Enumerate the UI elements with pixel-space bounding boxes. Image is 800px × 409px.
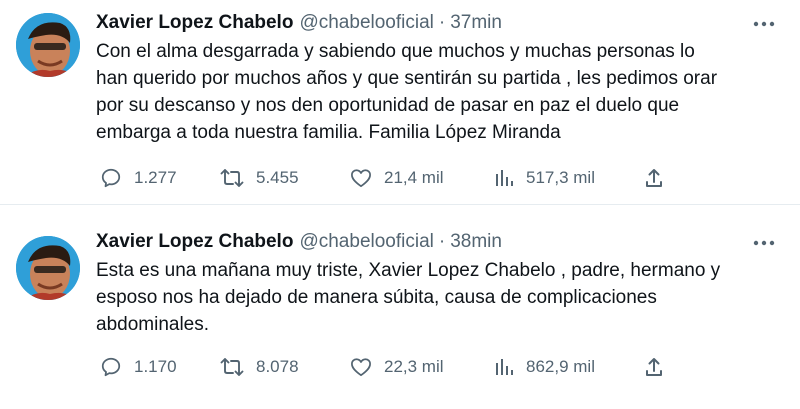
author-name[interactable]: Xavier Lopez Chabelo [96, 231, 293, 253]
more-icon[interactable] [752, 12, 776, 36]
heart-icon [351, 358, 371, 377]
like-button[interactable]: 22,3 mil [350, 355, 444, 379]
reply-count: 1.277 [134, 168, 177, 187]
view-count: 517,3 mil [526, 168, 595, 187]
reply-icon [101, 357, 121, 377]
reply-button[interactable]: 1.170 [100, 355, 177, 379]
author-handle[interactable]: @chabelooficial [299, 231, 433, 253]
view-count: 862,9 mil [526, 357, 595, 376]
timestamp[interactable]: 38min [450, 231, 502, 253]
avatar[interactable] [16, 13, 80, 77]
like-count: 21,4 mil [384, 168, 444, 187]
timestamp[interactable]: 37min [450, 12, 502, 34]
tweet-actions: 1.277 5.455 21,4 mil 517,3 mil [96, 166, 676, 190]
retweet-icon [220, 358, 244, 376]
retweet-count: 5.455 [256, 168, 299, 187]
share-icon [646, 358, 662, 376]
like-button[interactable]: 21,4 mil [350, 166, 444, 190]
retweet-icon [220, 169, 244, 187]
tweet-actions: 1.170 8.078 22,3 mil 862,9 mil [96, 355, 676, 379]
more-icon[interactable] [752, 231, 776, 255]
reply-button[interactable]: 1.277 [100, 166, 177, 190]
tweet-text: Con el alma desgarrada y sabiendo que mu… [96, 41, 718, 143]
heart-icon [351, 169, 371, 188]
avatar[interactable] [16, 236, 80, 300]
separator: · [438, 12, 446, 33]
author-name[interactable]: Xavier Lopez Chabelo [96, 12, 293, 34]
tweet[interactable]: Xavier Lopez Chabelo @chabelooficial · 3… [0, 210, 800, 409]
retweet-button[interactable]: 5.455 [220, 166, 299, 190]
tweet[interactable]: Xavier Lopez Chabelo @chabelooficial · 3… [0, 0, 800, 204]
tweet-text: Esta es una mañana muy triste, Xavier Lo… [96, 260, 721, 335]
share-button[interactable] [644, 166, 664, 190]
views-button[interactable]: 862,9 mil [494, 355, 595, 379]
share-icon [646, 169, 662, 187]
retweet-count: 8.078 [256, 357, 299, 376]
retweet-button[interactable]: 8.078 [220, 355, 299, 379]
author-handle[interactable]: @chabelooficial [299, 12, 433, 34]
reply-icon [101, 168, 121, 188]
tweet-header: Xavier Lopez Chabelo @chabelooficial · 3… [96, 11, 502, 35]
like-count: 22,3 mil [384, 357, 444, 376]
views-icon [496, 359, 513, 375]
divider [0, 204, 800, 205]
views-button[interactable]: 517,3 mil [494, 166, 595, 190]
tweet-header: Xavier Lopez Chabelo @chabelooficial · 3… [96, 230, 502, 254]
reply-count: 1.170 [134, 357, 177, 376]
separator: · [438, 231, 446, 252]
share-button[interactable] [644, 355, 664, 379]
views-icon [496, 170, 513, 186]
